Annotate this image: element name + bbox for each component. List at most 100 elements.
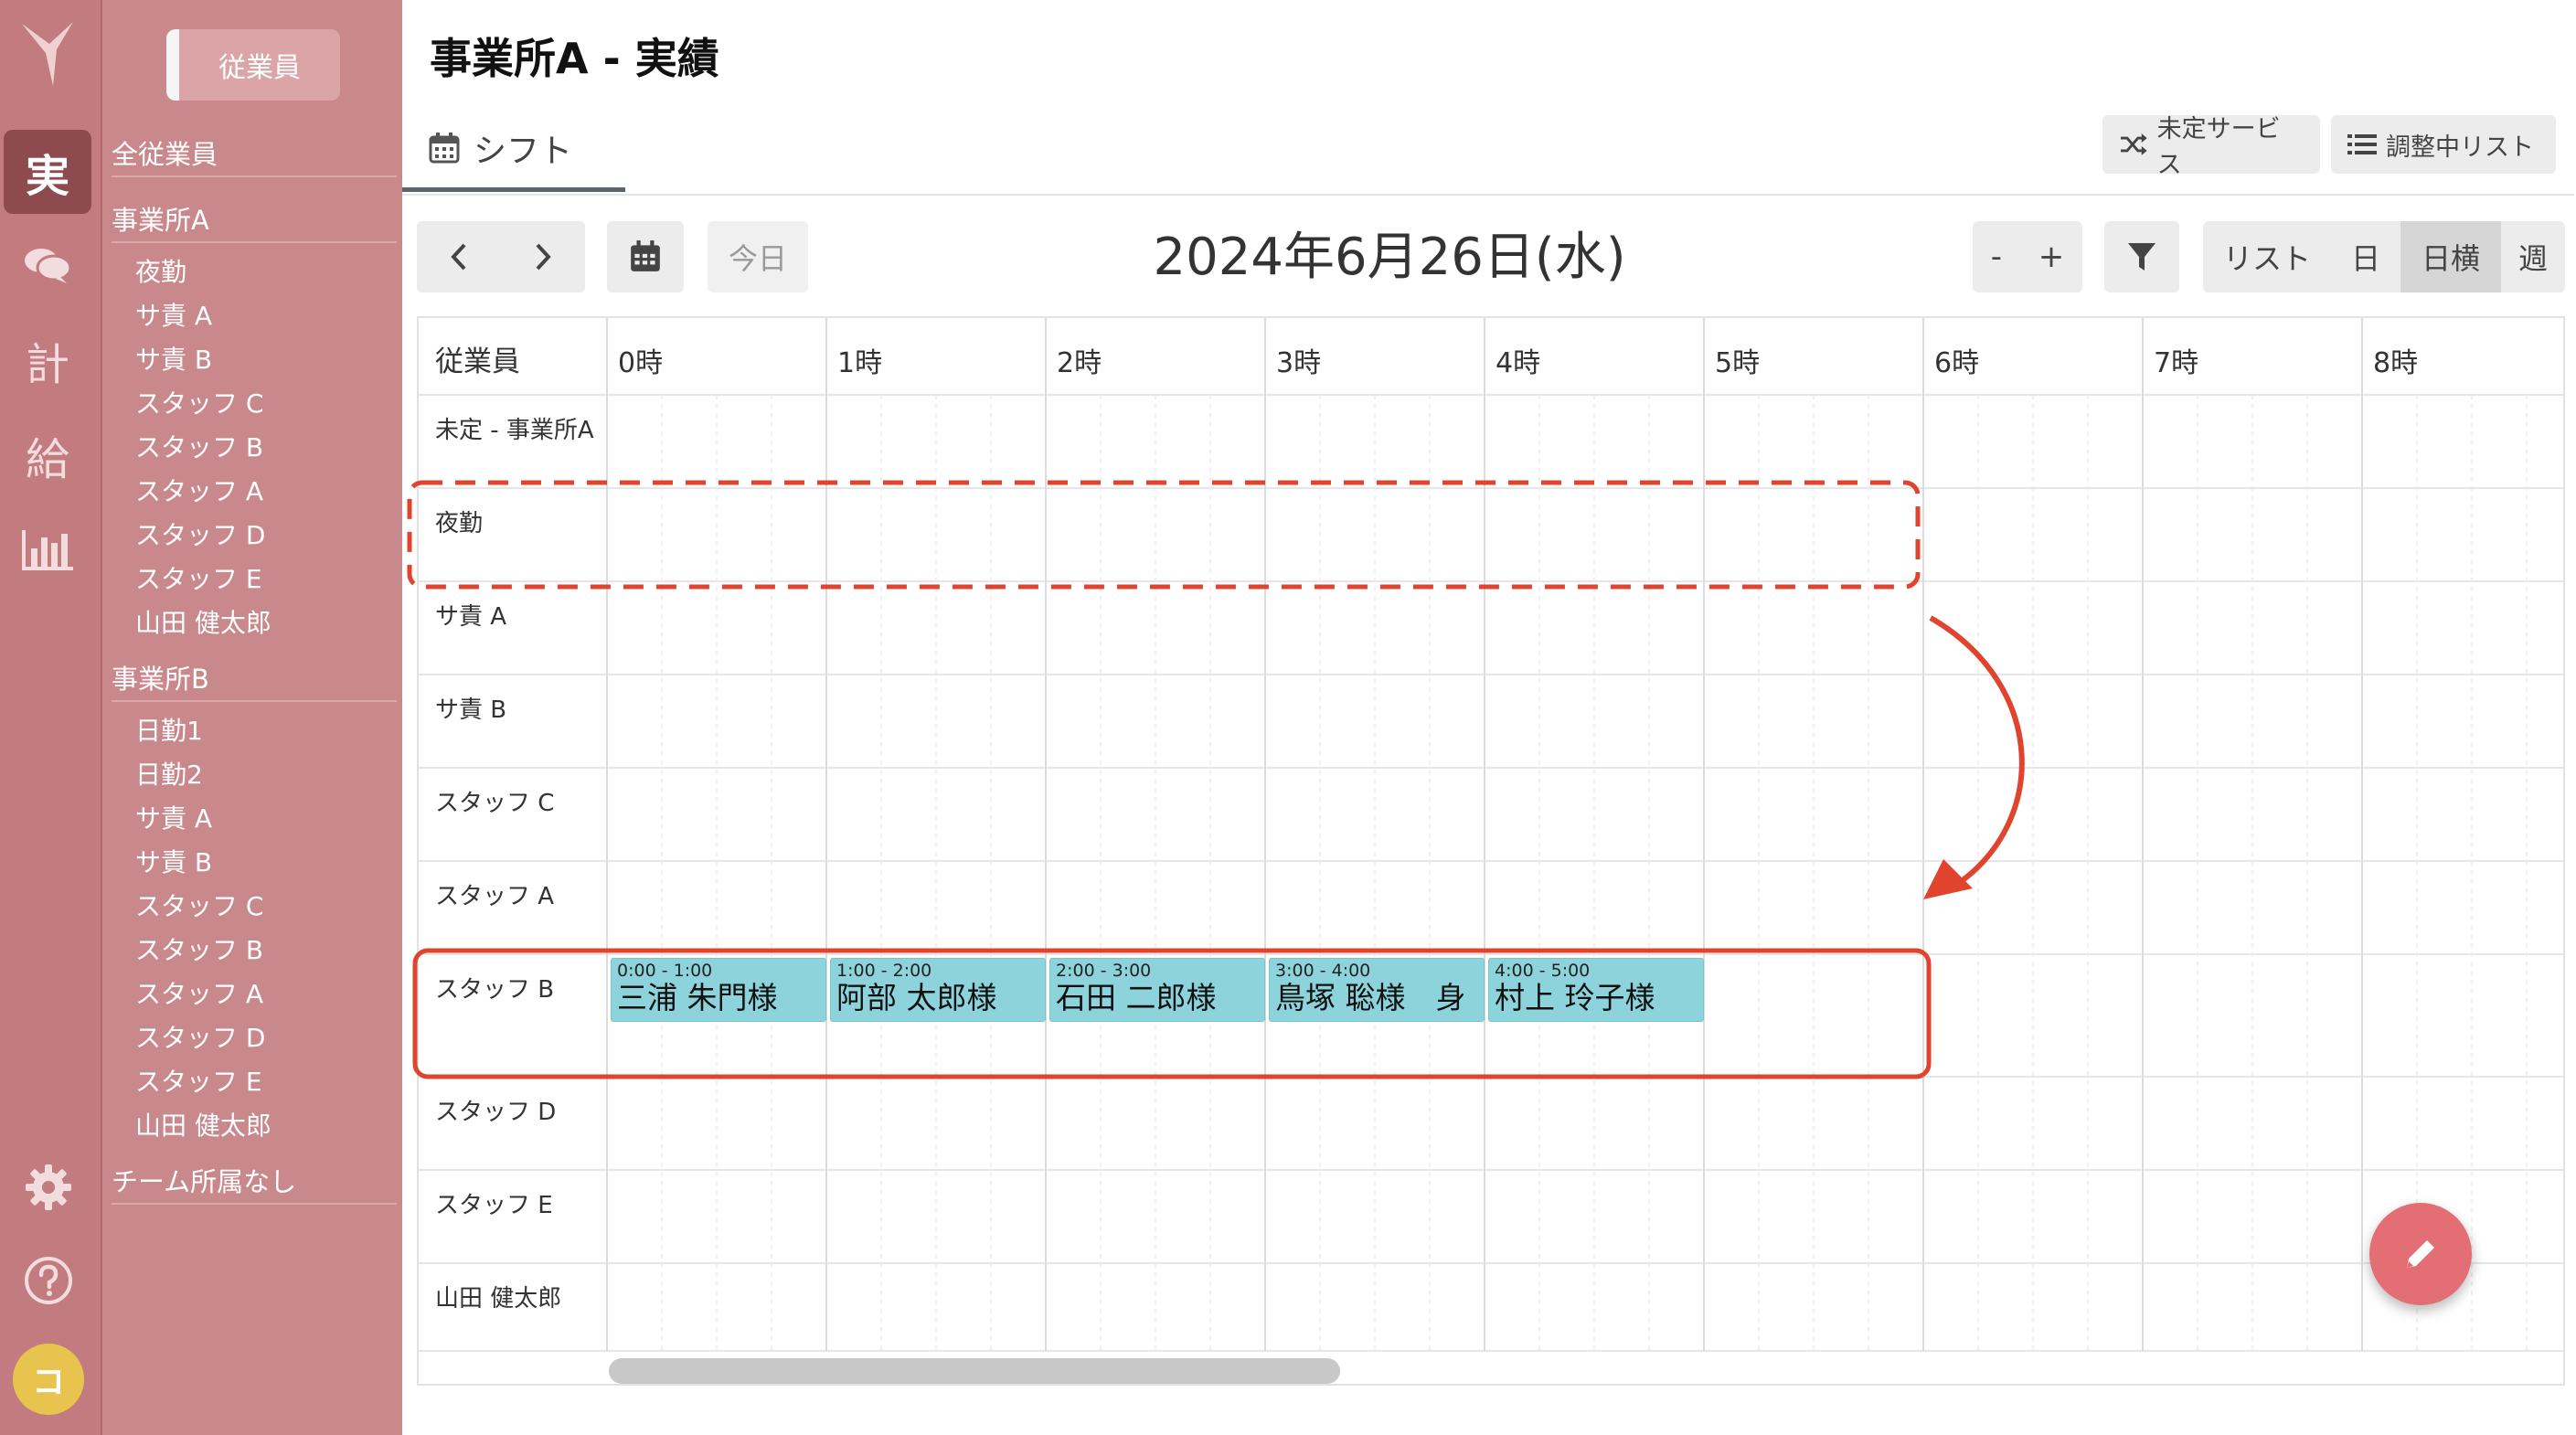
sidebar-item[interactable]: スタッフ B	[112, 424, 406, 468]
sidebar-item[interactable]: スタッフ A	[112, 971, 406, 1015]
shift-block[interactable]: 0:00 - 1:00 三浦 朱門様	[611, 958, 826, 1022]
grid-lines	[419, 318, 2563, 1352]
row-label: 未定 - 事業所A	[435, 417, 594, 444]
row-label: 夜勤	[435, 510, 484, 537]
sidebar-group-no-team[interactable]: チーム所属なし	[112, 1155, 397, 1205]
prev-day-chevron-left-icon[interactable]	[446, 241, 472, 272]
sidebar-item[interactable]: サ責 A	[112, 292, 406, 336]
row-label: スタッフ D	[435, 1099, 557, 1126]
chart-icon	[22, 530, 73, 570]
hour-label: 2時	[1057, 347, 1102, 379]
shift-client-name: 石田 二郎様	[1056, 980, 1217, 1015]
shift-time: 0:00 - 1:00	[617, 961, 713, 981]
filter-button[interactable]	[2104, 221, 2179, 292]
filter-icon	[2128, 243, 2156, 271]
view-day-button[interactable]: 日	[2331, 221, 2400, 292]
current-date-title: 2024年6月26日(水)	[1153, 228, 1626, 287]
shift-block[interactable]: 3:00 - 4:00 鳥塚 聡様 身	[1269, 958, 1485, 1022]
sidebar-item[interactable]: スタッフ A	[112, 468, 406, 512]
date-picker-button[interactable]	[607, 221, 684, 292]
rail-item-chat[interactable]	[4, 223, 91, 307]
horizontal-scrollbar[interactable]	[609, 1358, 1340, 1384]
tab-divider	[402, 194, 2574, 196]
sidebar-item[interactable]: スタッフ B	[112, 927, 406, 971]
chat-icon	[25, 249, 72, 283]
row-label: 山田 健太郎	[435, 1285, 562, 1313]
app-rail: 実 計 給 コ	[0, 0, 102, 1435]
sidebar-item[interactable]: スタッフ D	[112, 1015, 406, 1058]
row-label: スタッフ B	[435, 976, 555, 1004]
row-label: サ責 B	[435, 696, 507, 724]
hour-label: 5時	[1715, 347, 1761, 379]
shift-time: 1:00 - 2:00	[836, 961, 932, 981]
sidebar-item[interactable]: スタッフ C	[112, 380, 406, 424]
sidebar-group-office-a[interactable]: 事業所A	[112, 194, 397, 243]
shuffle-icon	[2120, 133, 2147, 155]
sidebar-item[interactable]: 山田 健太郎	[112, 1102, 406, 1146]
rail-item-keikaku[interactable]: 計	[4, 318, 91, 402]
view-week-button[interactable]: 週	[2501, 221, 2565, 292]
shift-block[interactable]: 2:00 - 3:00 石田 二郎様	[1049, 958, 1265, 1022]
zoom-in-button[interactable]: +	[2038, 239, 2065, 275]
sidebar-item[interactable]: 夜勤	[112, 249, 406, 292]
help-icon[interactable]	[20, 1252, 77, 1309]
date-nav-group	[417, 221, 585, 292]
zoom-out-button[interactable]: -	[1991, 239, 2002, 275]
hour-label: 8時	[2373, 347, 2419, 379]
shift-timeline-grid: 従業員 0時 1時 2時 3時 4時 5時 6時 7時 8時 未定 - 事業所A…	[417, 316, 2565, 1386]
shift-block[interactable]: 1:00 - 2:00 阿部 太郎様	[830, 958, 1046, 1022]
edit-fab-button[interactable]	[2369, 1203, 2472, 1305]
rail-item-kyuyo[interactable]: 給	[4, 413, 91, 497]
next-day-chevron-right-icon[interactable]	[530, 241, 556, 272]
app-logo-icon[interactable]	[16, 16, 84, 90]
unassigned-services-button[interactable]: 未定サービス	[2102, 115, 2320, 179]
sidebar-item[interactable]: サ責 A	[112, 795, 406, 839]
employee-column-header: 従業員	[435, 345, 520, 378]
user-avatar[interactable]: コ	[13, 1344, 84, 1415]
adjusting-list-button[interactable]: 調整中リスト	[2331, 115, 2556, 174]
view-list-button[interactable]: リスト	[2203, 221, 2331, 292]
sidebar-item[interactable]: スタッフ E	[112, 1058, 406, 1102]
row-label: スタッフ E	[435, 1192, 553, 1219]
sidebar-item[interactable]: スタッフ E	[112, 556, 406, 600]
sidebar-item[interactable]: 山田 健太郎	[112, 600, 406, 643]
shift-client-name: 村上 玲子様	[1495, 980, 1655, 1015]
sidebar-group-office-b[interactable]: 事業所B	[112, 653, 397, 702]
view-switcher: リスト 日 日横 週	[2203, 221, 2565, 292]
sidebar-item[interactable]: スタッフ C	[112, 883, 406, 927]
sidebar-item[interactable]: 日勤1	[112, 707, 406, 751]
shift-client-name: 阿部 太郎様	[836, 980, 997, 1015]
sidebar-item[interactable]: スタッフ D	[112, 512, 406, 556]
hour-label: 0時	[618, 347, 664, 379]
row-label: スタッフ A	[435, 883, 555, 910]
pencil-icon	[2407, 1240, 2434, 1268]
shift-block[interactable]: 4:00 - 5:00 村上 玲子様	[1488, 958, 1704, 1022]
calendar-icon	[429, 132, 460, 163]
shift-time: 2:00 - 3:00	[1056, 961, 1152, 981]
hour-label: 1時	[837, 347, 883, 379]
sidebar-item[interactable]: 日勤2	[112, 751, 406, 795]
hour-label: 7時	[2154, 347, 2199, 379]
sidebar-group-all[interactable]: 全従業員	[112, 128, 397, 177]
employee-sidebar: 従業員 全従業員 事業所A 夜勤 サ責 A サ責 B スタッフ C スタッフ B…	[102, 0, 402, 1435]
tab-shift[interactable]: シフト	[402, 108, 625, 192]
rail-item-chart[interactable]	[4, 508, 91, 592]
view-day-horizontal-button[interactable]: 日横	[2400, 221, 2501, 292]
employee-tree: 全従業員 事業所A 夜勤 サ責 A サ責 B スタッフ C スタッフ B スタッ…	[112, 128, 406, 1205]
sidebar-item[interactable]: サ責 B	[112, 839, 406, 883]
row-label: スタッフ C	[435, 790, 555, 817]
rail-item-jisseki[interactable]: 実	[4, 130, 91, 214]
hour-label: 4時	[1496, 347, 1541, 379]
shift-client-name: 三浦 朱門様	[617, 980, 778, 1015]
today-button[interactable]: 今日	[708, 221, 808, 292]
shift-time: 3:00 - 4:00	[1275, 961, 1371, 981]
page-title: 事業所A - 実績	[430, 34, 719, 83]
sidebar-item[interactable]: サ責 B	[112, 336, 406, 380]
employee-tab[interactable]: 従業員	[166, 29, 340, 101]
shift-time: 4:00 - 5:00	[1495, 961, 1591, 981]
row-label: サ責 A	[435, 603, 507, 631]
list-icon	[2347, 134, 2377, 154]
settings-gear-icon[interactable]	[20, 1159, 77, 1216]
hour-label: 3時	[1276, 347, 1322, 379]
calendar-picker-icon	[631, 240, 660, 271]
